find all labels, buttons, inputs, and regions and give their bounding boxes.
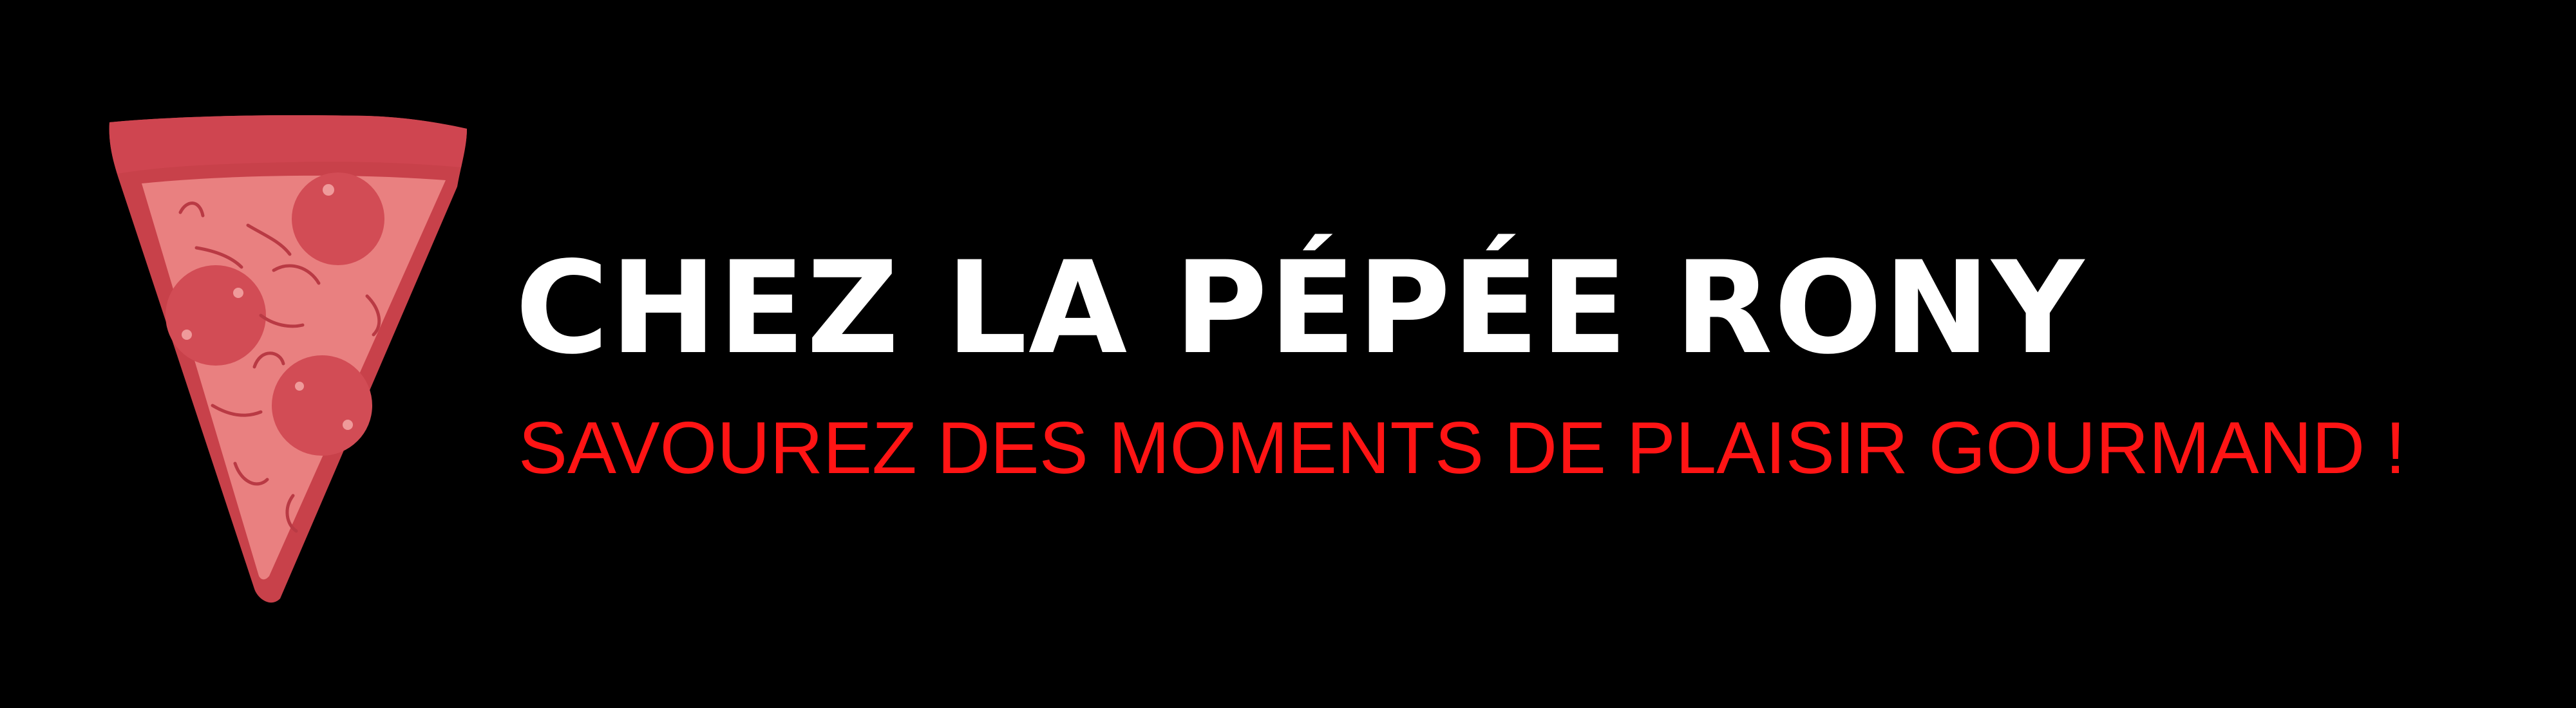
brand-title: CHEZ LA PÉPÉE RONY (515, 234, 2085, 382)
banner: CHEZ LA PÉPÉE RONY SAVOUREZ DES MOMENTS … (0, 0, 2576, 708)
brand-tagline: SAVOUREZ DES MOMENTS DE PLAISIR GOURMAND… (518, 407, 2406, 489)
pizza-slice-icon (97, 103, 483, 605)
